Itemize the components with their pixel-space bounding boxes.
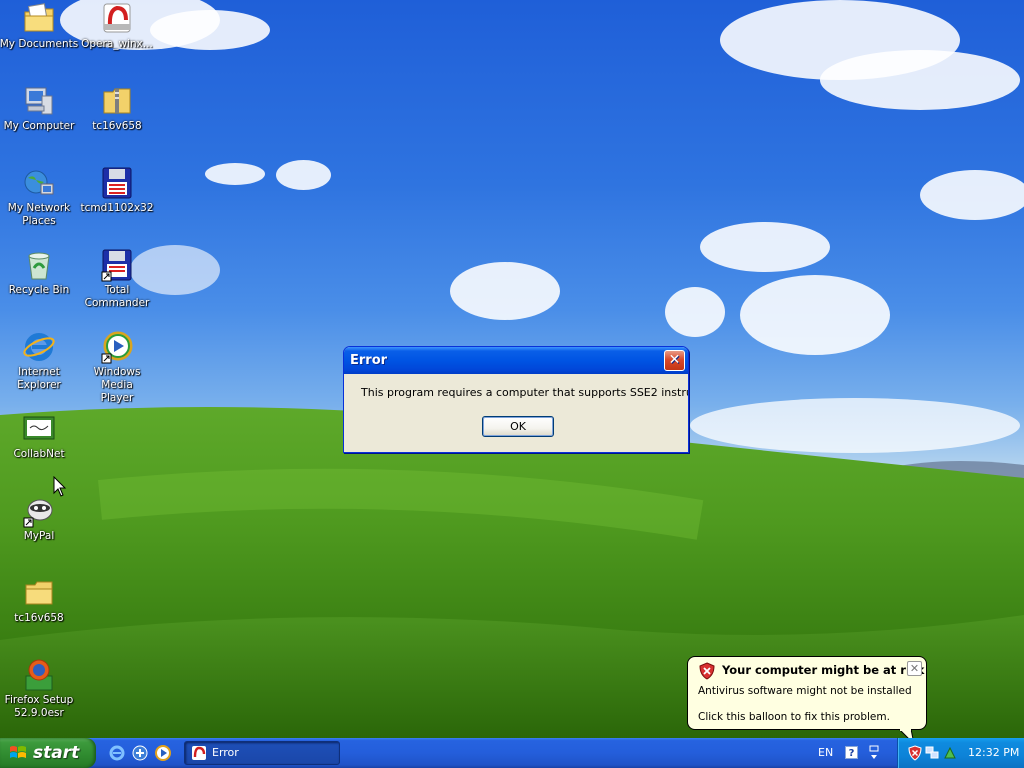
- security-alert-icon[interactable]: [908, 745, 922, 761]
- dialog-title-bar[interactable]: Error ✕: [344, 347, 688, 374]
- desktop-icon-tc16v658-folder[interactable]: tc16v658: [0, 576, 79, 625]
- language-bar-options-icon[interactable]: [868, 744, 880, 762]
- zip-folder-icon: [103, 88, 131, 114]
- total-commander-installer-icon: [102, 167, 132, 199]
- opera-icon: [103, 3, 131, 33]
- safely-remove-hardware-icon[interactable]: [943, 746, 957, 760]
- desktop-icon-label: Windows Media Player: [93, 366, 141, 404]
- desktop-icon-label: tc16v658: [14, 612, 64, 624]
- desktop-icon-tcmd1102x32[interactable]: tcmd1102x32: [77, 166, 157, 215]
- desktop-icon-tc16v658-zip[interactable]: tc16v658: [77, 84, 157, 133]
- ok-button[interactable]: OK: [482, 416, 554, 437]
- my-documents-icon: [24, 3, 54, 32]
- desktop-icon-label: Recycle Bin: [8, 284, 70, 296]
- dialog-close-button[interactable]: ✕: [664, 350, 685, 371]
- desktop-icon-opera[interactable]: Opera_winx...: [77, 2, 157, 51]
- desktop-icon-label: My Network Places: [7, 202, 71, 227]
- desktop-icon-total-commander[interactable]: Total Commander: [77, 248, 157, 310]
- balloon-title: Your computer might be at risk: [722, 663, 925, 677]
- desktop-icon-label: My Documents: [0, 38, 79, 50]
- taskbar-button-label: Error: [212, 746, 239, 759]
- recycle-bin-icon: [28, 252, 50, 280]
- folder-icon: [25, 581, 53, 605]
- taskbar: start Error EN ? 12:32 PM: [0, 738, 1024, 768]
- network-places-icon: [24, 170, 54, 195]
- security-shield-icon: [699, 662, 715, 680]
- desktop-icon-label: tc16v658: [92, 120, 142, 132]
- desktop-icon-label: MyPal: [23, 530, 55, 542]
- quicklaunch-ie-icon[interactable]: [108, 744, 126, 762]
- desktop-icon-label: My Computer: [3, 120, 75, 132]
- network-connection-icon[interactable]: [925, 746, 939, 760]
- error-dialog[interactable]: Error ✕ This program requires a computer…: [343, 346, 689, 453]
- windows-logo-icon: [10, 746, 26, 758]
- quicklaunch-show-desktop-icon[interactable]: [131, 744, 149, 762]
- balloon-line-2: Click this balloon to fix this problem.: [698, 711, 890, 723]
- security-balloon[interactable]: Your computer might be at risk Antivirus…: [687, 656, 927, 730]
- start-button[interactable]: start: [0, 738, 96, 768]
- language-indicator[interactable]: EN: [818, 738, 833, 768]
- desktop-icon-label: Firefox Setup 52.9.0esr: [4, 694, 74, 719]
- start-label: start: [33, 743, 80, 763]
- dialog-body: This program requires a computer that su…: [347, 374, 688, 449]
- my-computer-icon: [25, 87, 53, 115]
- desktop-icon-mypal[interactable]: MyPal: [0, 494, 79, 543]
- total-commander-icon: [101, 249, 132, 282]
- desktop-icon-label: tcmd1102x32: [80, 202, 154, 214]
- desktop-icon-label: Total Commander: [84, 284, 150, 309]
- desktop-icon-internet-explorer[interactable]: Internet Explorer: [0, 330, 79, 392]
- balloon-line-1: Antivirus software might not be installe…: [698, 685, 912, 697]
- quicklaunch-media-player-icon[interactable]: [154, 744, 172, 762]
- internet-explorer-icon: [23, 333, 55, 361]
- desktop-icon-my-computer[interactable]: My Computer: [0, 84, 79, 133]
- dialog-message: This program requires a computer that su…: [361, 386, 688, 399]
- firefox-setup-icon: [25, 659, 53, 691]
- mouse-cursor-icon: [53, 476, 67, 497]
- desktop-icon-label: CollabNet: [13, 448, 65, 460]
- desktop-icon-firefox-setup[interactable]: Firefox Setup 52.9.0esr: [0, 658, 79, 720]
- desktop-icon-label: Internet Explorer: [17, 366, 61, 391]
- taskbar-button-error[interactable]: Error: [184, 741, 340, 765]
- desktop-icon-recycle-bin[interactable]: Recycle Bin: [0, 248, 79, 297]
- desktop-icon-label: Opera_winx...: [81, 38, 153, 50]
- opera-icon: [192, 746, 206, 760]
- dialog-title: Error: [350, 353, 388, 368]
- taskbar-clock[interactable]: 12:32 PM: [968, 738, 1019, 768]
- balloon-close-button[interactable]: ✕: [907, 661, 922, 676]
- desktop-icon-windows-media-player[interactable]: Windows Media Player: [77, 330, 157, 405]
- collabnet-icon: [23, 416, 55, 440]
- media-player-icon: [101, 331, 133, 364]
- desktop-icon-my-documents[interactable]: My Documents: [0, 2, 79, 51]
- desktop-icon-collabnet[interactable]: CollabNet: [0, 412, 79, 461]
- mypal-icon: [23, 499, 53, 528]
- desktop-icon-my-network-places[interactable]: My Network Places: [0, 166, 79, 228]
- language-help-button[interactable]: ?: [845, 746, 858, 759]
